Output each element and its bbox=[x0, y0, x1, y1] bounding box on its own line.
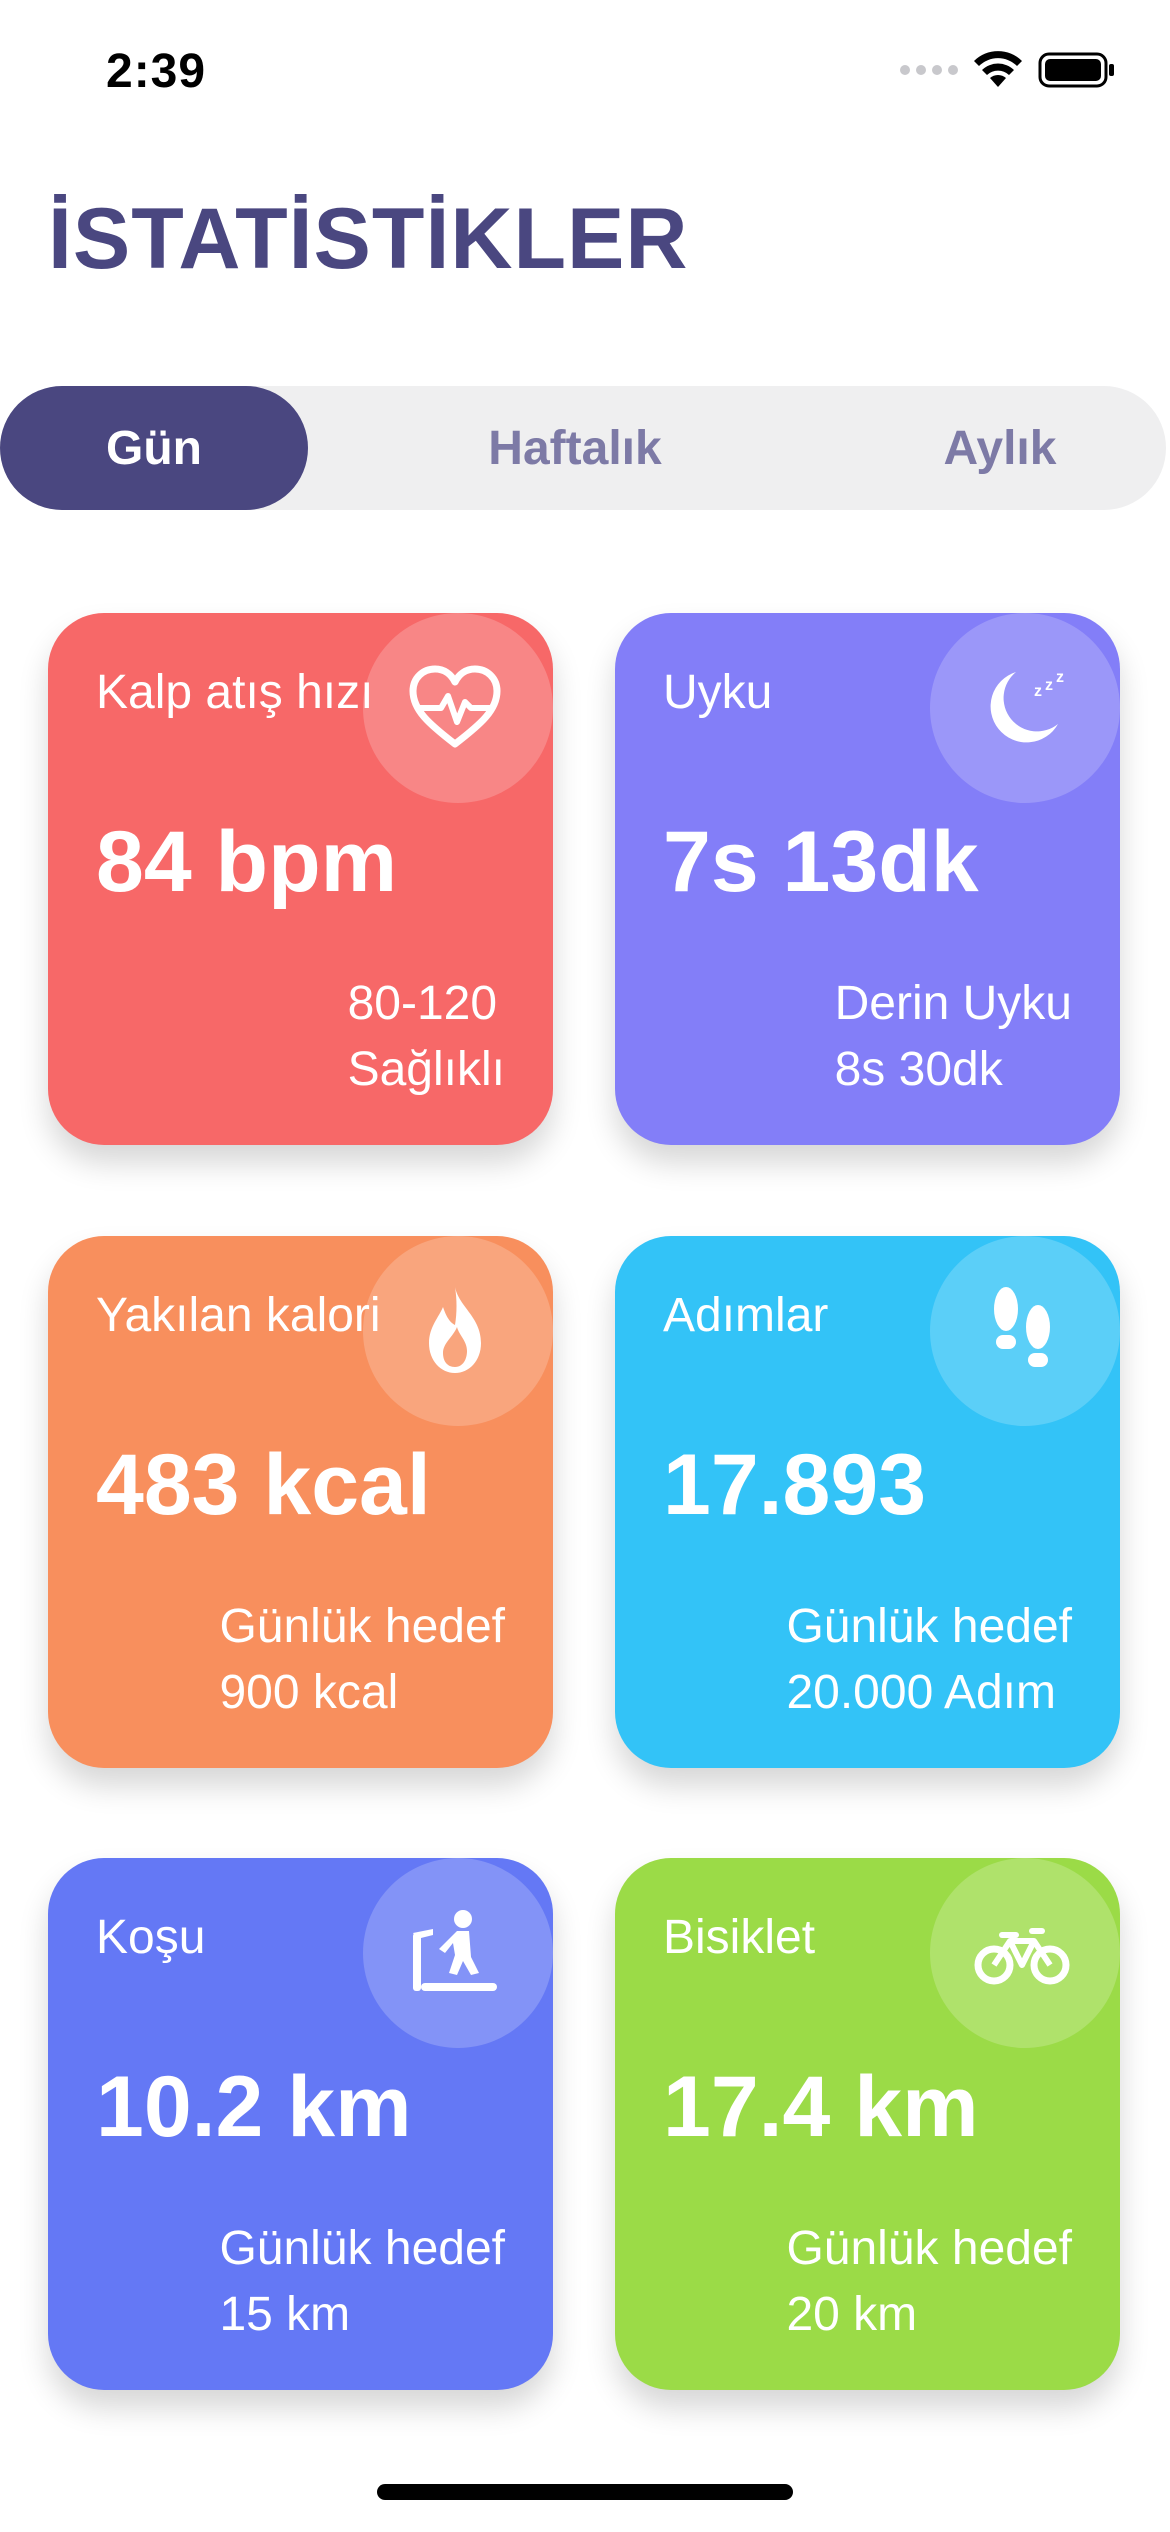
card-sub-label: Derin Uyku bbox=[834, 977, 1072, 1030]
steps-card[interactable]: Adımlar 17.893 Günlük hedef 20.000 Adım bbox=[615, 1236, 1120, 1768]
card-title: Uyku bbox=[663, 666, 773, 719]
card-value: 17.893 bbox=[663, 1437, 927, 1533]
status-bar: 2:39 bbox=[0, 0, 1170, 140]
cellular-signal-icon bbox=[900, 65, 958, 75]
battery-icon bbox=[1038, 52, 1114, 88]
card-value: 17.4 km bbox=[663, 2059, 979, 2155]
home-indicator[interactable] bbox=[377, 2484, 793, 2500]
card-title: Adımlar bbox=[663, 1289, 829, 1342]
card-value: 84 bpm bbox=[96, 814, 398, 910]
cycling-card[interactable]: Bisiklet 17.4 km Günlük hedef 20 km bbox=[615, 1858, 1120, 2390]
card-subtext: Derin Uyku 8s 30dk bbox=[835, 971, 1072, 1103]
card-sub-value: 8s 30dk bbox=[834, 1043, 1003, 1096]
wifi-icon bbox=[974, 51, 1022, 87]
card-value: 483 kcal bbox=[96, 1437, 431, 1533]
svg-text:z: z bbox=[1034, 683, 1042, 700]
calories-card[interactable]: Yakılan kalori 483 kcal Günlük hedef 900… bbox=[48, 1236, 553, 1768]
bicycle-icon bbox=[974, 1928, 1070, 1985]
card-sub-label: 80-120 bbox=[347, 977, 498, 1030]
footsteps-icon bbox=[994, 1287, 1050, 1367]
card-value: 7s 13dk bbox=[663, 814, 979, 910]
sleep-card[interactable]: z z z Uyku 7s 13dk Derin Uyku 8s 30dk bbox=[615, 613, 1120, 1145]
moon-sleep-icon: z z z bbox=[990, 669, 1064, 743]
period-segmented-control: Gün Haftalık Aylık bbox=[0, 386, 1166, 510]
card-subtext: Günlük hedef 900 kcal bbox=[219, 1594, 505, 1726]
card-value: 10.2 km bbox=[96, 2059, 412, 2155]
card-title: Koşu bbox=[96, 1911, 206, 1964]
card-sub-value: 20.000 Adım bbox=[786, 1666, 1056, 1719]
status-time: 2:39 bbox=[106, 45, 207, 98]
card-sub-value: Sağlıklı bbox=[347, 1043, 505, 1096]
running-card[interactable]: Koşu 10.2 km Günlük hedef 15 km bbox=[48, 1858, 553, 2390]
heart-rate-card[interactable]: Kalp atış hızı 84 bpm 80-120 Sağlıklı bbox=[48, 613, 553, 1145]
page-title: İSTATİSTİKLER bbox=[48, 191, 689, 287]
card-sub-label: Günlük hedef bbox=[219, 2222, 505, 2275]
card-sub-value: 15 km bbox=[219, 2288, 351, 2341]
status-icons bbox=[900, 50, 1116, 90]
card-sub-value: 20 km bbox=[786, 2288, 918, 2341]
tab-weekly[interactable]: Haftalık bbox=[425, 386, 725, 510]
svg-text:z: z bbox=[1045, 677, 1053, 694]
svg-text:z: z bbox=[1056, 669, 1064, 686]
card-subtext: Günlük hedef 15 km bbox=[219, 2216, 505, 2348]
tab-day[interactable]: Gün bbox=[0, 386, 308, 510]
heart-pulse-icon bbox=[409, 665, 501, 748]
card-subtext: Günlük hedef 20.000 Adım bbox=[786, 1594, 1072, 1726]
card-sub-value: 900 kcal bbox=[219, 1666, 399, 1719]
card-title: Kalp atış hızı bbox=[96, 666, 374, 719]
card-subtext: Günlük hedef 20 km bbox=[786, 2216, 1072, 2348]
card-subtext: 80-120 Sağlıklı bbox=[348, 971, 505, 1103]
flame-icon bbox=[429, 1287, 481, 1373]
card-sub-label: Günlük hedef bbox=[219, 1600, 505, 1653]
treadmill-icon bbox=[413, 1910, 497, 1991]
card-sub-label: Günlük hedef bbox=[786, 2222, 1072, 2275]
card-title: Bisiklet bbox=[663, 1911, 816, 1964]
card-sub-label: Günlük hedef bbox=[786, 1600, 1072, 1653]
card-title: Yakılan kalori bbox=[96, 1289, 381, 1342]
tab-monthly[interactable]: Aylık bbox=[880, 386, 1120, 510]
